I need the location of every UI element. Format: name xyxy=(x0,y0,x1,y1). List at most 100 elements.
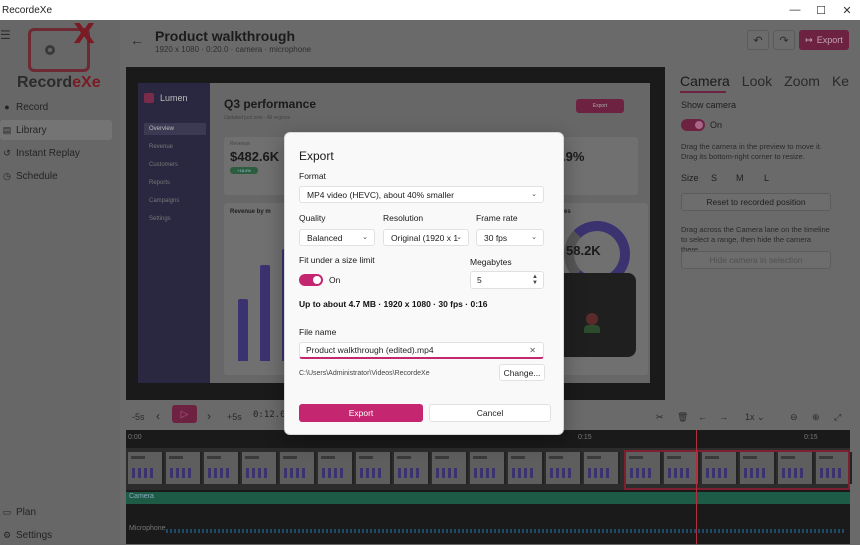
show-camera-state: On xyxy=(710,120,723,130)
timeline[interactable]: 0:00 0:15 0:15 Camera Microphone xyxy=(126,430,852,544)
save-path: C:\Users\Administrator\Videos\RecordeXe xyxy=(299,370,430,377)
undo-button[interactable]: ↶ xyxy=(747,30,769,50)
chevron-down-icon: ⌄ xyxy=(531,234,537,241)
camera-overlay xyxy=(554,273,636,357)
show-camera-label: Show camera xyxy=(681,100,737,110)
sidebar-item-plan[interactable]: ▭ Plan xyxy=(0,502,112,522)
close-button[interactable]: ✕ xyxy=(834,0,860,20)
size-limit-label: Fit under a size limit xyxy=(299,255,375,265)
undo-icon: ↶ xyxy=(753,34,763,47)
show-camera-toggle[interactable] xyxy=(681,119,705,131)
title-bar: RecordeXe — ☐ ✕ xyxy=(0,0,860,20)
tab-underline xyxy=(680,91,726,93)
panel-tabs: Camera Look Zoom Ke xyxy=(680,73,849,89)
clock-icon: ◷ xyxy=(3,170,11,181)
tab-camera[interactable]: Camera xyxy=(680,73,730,89)
zoom-out-icon[interactable]: ⊖ xyxy=(790,412,798,423)
resolution-select[interactable]: Original (1920 x 1 ⌄ xyxy=(383,229,469,246)
redo-icon: ↷ xyxy=(779,34,789,47)
speed-select[interactable]: 1x ⌄ xyxy=(745,412,765,423)
export-icon: ↦ xyxy=(805,34,813,45)
play-button[interactable]: ▷ xyxy=(172,405,197,423)
preview-nav-item: Revenue xyxy=(149,144,174,150)
project-title: Product walkthrough xyxy=(155,28,295,44)
timecode: 0:12.0 xyxy=(253,410,286,420)
window-controls: — ☐ ✕ xyxy=(782,0,860,20)
timeline-selection[interactable] xyxy=(624,450,850,490)
next-frame-button[interactable]: › xyxy=(207,409,211,423)
size-m-button[interactable]: M xyxy=(736,173,744,183)
logo-text: RecordeXe xyxy=(17,74,101,91)
quality-select[interactable]: Balanced ⌄ xyxy=(299,229,375,246)
back-5s-button[interactable]: -5s xyxy=(132,412,145,422)
preview-export-button: Export xyxy=(576,99,624,113)
prev-frame-button[interactable]: ‹ xyxy=(156,409,160,423)
chevron-down-icon: ⌄ xyxy=(531,191,537,198)
preview-title: Q3 performance xyxy=(224,97,317,111)
replay-icon: ↺ xyxy=(3,147,11,158)
sidebar-item-instant-replay[interactable]: ↺ Instant Replay xyxy=(0,143,112,163)
tab-zoom[interactable]: Zoom xyxy=(784,73,820,89)
size-limit-toggle[interactable] xyxy=(299,274,323,286)
sidebar-item-library[interactable]: ▤ Library xyxy=(0,120,112,140)
redo-button[interactable]: ↷ xyxy=(773,30,795,50)
trash-icon[interactable]: 🗑 xyxy=(677,412,688,423)
zoom-in-icon[interactable]: ⊕ xyxy=(812,412,820,423)
preview-card-rate: .9% xyxy=(558,137,638,195)
dialog-title: Export xyxy=(299,149,334,163)
export-button[interactable]: Export xyxy=(299,404,423,422)
format-label: Format xyxy=(299,171,326,181)
cancel-button[interactable]: Cancel xyxy=(429,404,551,422)
frame-rate-label: Frame rate xyxy=(476,213,518,223)
file-name-label: File name xyxy=(299,327,337,337)
preview-nav-item: Campaigns xyxy=(149,198,180,204)
menu-icon[interactable]: ☰ xyxy=(0,28,11,42)
minimize-button[interactable]: — xyxy=(782,0,808,20)
arrow-right-icon[interactable]: → xyxy=(719,412,728,422)
back-arrow-icon[interactable]: ← xyxy=(130,32,144,48)
library-icon: ▤ xyxy=(2,124,12,135)
size-l-button[interactable]: L xyxy=(764,173,769,183)
scissors-icon[interactable]: ✂ xyxy=(656,412,664,423)
forward-5s-button[interactable]: +5s xyxy=(227,412,242,422)
megabytes-input[interactable]: 5 ▲ ▼ xyxy=(470,271,544,289)
plan-icon: ▭ xyxy=(2,506,12,517)
quality-label: Quality xyxy=(299,213,326,223)
camera-lane[interactable]: Camera xyxy=(126,492,850,504)
play-icon: ▷ xyxy=(180,408,189,420)
size-s-button[interactable]: S xyxy=(711,173,717,183)
tab-look[interactable]: Look xyxy=(742,73,772,89)
frame-rate-select[interactable]: 30 fps ⌄ xyxy=(476,229,544,246)
fit-icon[interactable]: ⤢ xyxy=(834,412,841,423)
file-name-input[interactable]: Product walkthrough (edited).mp4 ✕ xyxy=(299,342,544,359)
project-meta: 1920 x 1080 · 0:20.0 · camera · micropho… xyxy=(155,45,312,54)
megabytes-label: Megabytes xyxy=(470,257,512,267)
format-select[interactable]: MP4 video (HEVC), about 40% smaller ⌄ xyxy=(299,186,544,203)
preview-nav-item: Reports xyxy=(149,180,171,186)
size-limit-state: On xyxy=(329,275,341,285)
sidebar-item-settings[interactable]: ⚙ Settings xyxy=(0,525,112,545)
preview-nav-item: Settings xyxy=(149,216,171,222)
resolution-label: Resolution xyxy=(383,213,424,223)
chevron-down-icon: ⌄ xyxy=(362,234,368,241)
window-title: RecordeXe xyxy=(2,4,53,16)
audio-waveform xyxy=(166,529,846,533)
clear-icon[interactable]: ✕ xyxy=(529,346,536,355)
preview-logo-icon xyxy=(144,93,154,103)
maximize-button[interactable]: ☐ xyxy=(808,0,834,20)
microphone-lane[interactable]: Microphone xyxy=(126,522,850,540)
sidebar-item-schedule[interactable]: ◷ Schedule xyxy=(0,166,112,186)
playhead[interactable] xyxy=(696,430,697,544)
reset-position-button[interactable]: Reset to recorded position xyxy=(681,193,831,211)
tab-keys[interactable]: Ke xyxy=(832,73,849,89)
sidebar-item-record[interactable]: ● Record xyxy=(0,97,112,117)
preview-chart-donut: es 58.2K xyxy=(554,203,648,375)
hide-camera-button[interactable]: Hide camera in selection xyxy=(681,251,831,269)
export-button-header[interactable]: ↦ Export xyxy=(799,30,849,50)
arrow-left-icon[interactable]: ← xyxy=(698,412,707,422)
spinner-icon[interactable]: ▲ ▼ xyxy=(532,274,538,286)
export-dialog: Export Format MP4 video (HEVC), about 40… xyxy=(284,132,564,435)
size-label: Size xyxy=(681,173,699,183)
change-folder-button[interactable]: Change... xyxy=(499,364,545,381)
preview-brand: Lumen xyxy=(160,93,188,103)
